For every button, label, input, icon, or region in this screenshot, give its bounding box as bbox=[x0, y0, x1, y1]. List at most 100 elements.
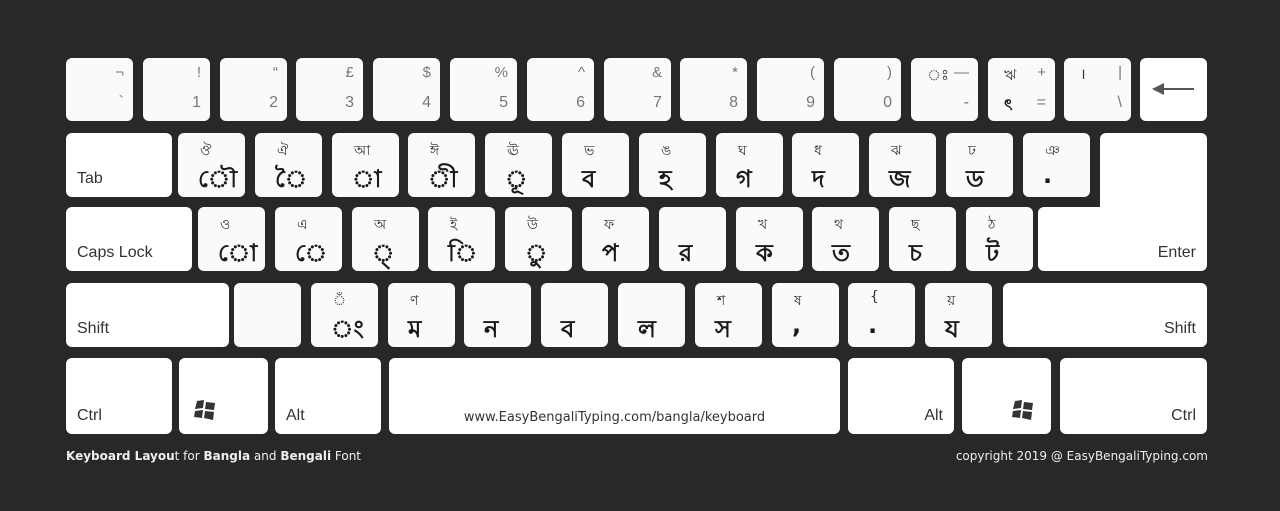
bottom-row-key[interactable]: য় য bbox=[925, 283, 992, 347]
bottom-row-key[interactable]: ব bbox=[541, 283, 608, 347]
key-base-char: ্ bbox=[372, 239, 395, 267]
bottom-row-key[interactable] bbox=[234, 283, 301, 347]
key-shift-char: ধ bbox=[814, 143, 822, 159]
key-base-char: র bbox=[679, 239, 693, 267]
key-shift-char: ঈ bbox=[430, 143, 440, 159]
key-base-char: ৌ bbox=[198, 165, 238, 193]
caps-lock-label: Caps Lock bbox=[77, 244, 153, 261]
footer-text-part: Bengali bbox=[280, 449, 332, 463]
home-row-key[interactable]: থত bbox=[812, 207, 879, 271]
left-shift-key[interactable]: Shift bbox=[66, 283, 229, 347]
top-row-key[interactable]: ঔৌ bbox=[178, 133, 245, 197]
number-row-key[interactable]: * 8 bbox=[680, 58, 747, 121]
home-row-key[interactable]: অ্ bbox=[352, 207, 419, 271]
number-row-key[interactable]: (9 bbox=[757, 58, 824, 121]
key-shift-char: * bbox=[732, 64, 738, 81]
right-windows-key[interactable] bbox=[962, 358, 1051, 434]
home-row-key[interactable]: এে bbox=[275, 207, 342, 271]
windows-logo-icon bbox=[194, 400, 215, 420]
key-shift-char: ই bbox=[450, 217, 458, 233]
bottom-row-key[interactable]: ষ, bbox=[772, 283, 839, 347]
footer-text-part: t for bbox=[174, 449, 204, 463]
home-row-key[interactable]: উু bbox=[505, 207, 572, 271]
home-row-key[interactable]: ঠট bbox=[966, 207, 1033, 271]
top-row-key[interactable]: ভব bbox=[562, 133, 629, 197]
number-row-key[interactable]: $4 bbox=[373, 58, 440, 121]
right-shift-key[interactable]: Shift bbox=[1003, 283, 1207, 347]
number-row-key[interactable]: “2 bbox=[220, 58, 287, 121]
number-row-key[interactable]: । | \ bbox=[1064, 58, 1131, 121]
number-row-key[interactable]: ¬ ` bbox=[66, 58, 133, 121]
backspace-arrow-icon bbox=[1152, 83, 1194, 95]
top-row-key[interactable]: ঈী bbox=[408, 133, 475, 197]
top-row-key[interactable]: ঊূ bbox=[485, 133, 552, 197]
key-shift-char: ভ bbox=[584, 143, 595, 159]
tab-key[interactable]: Tab bbox=[66, 133, 172, 197]
number-row-key[interactable]: ঃ — - bbox=[911, 58, 978, 121]
number-row-key[interactable]: ) 0 bbox=[834, 58, 901, 121]
key-shift-char: & bbox=[651, 64, 662, 81]
number-row-key[interactable]: £3 bbox=[296, 58, 363, 121]
right-ctrl-key[interactable]: Ctrl bbox=[1060, 358, 1207, 434]
key-base-char: , bbox=[792, 311, 802, 339]
left-shift-label: Shift bbox=[77, 320, 110, 337]
key-shift-char: ও bbox=[220, 217, 231, 233]
home-row-key[interactable]: র bbox=[659, 207, 726, 271]
footer-text-part: and bbox=[250, 449, 281, 463]
number-row-key[interactable]: ^ 6 bbox=[527, 58, 594, 121]
key-bshift-char: ঋ bbox=[1004, 66, 1017, 84]
key-shift-char: ঠ bbox=[988, 217, 996, 233]
home-row-key[interactable]: ওো bbox=[198, 207, 265, 271]
bottom-row-key[interactable]: ন bbox=[464, 283, 531, 347]
top-row-key[interactable]: আা bbox=[332, 133, 399, 197]
bottom-row-key[interactable]: ঁং bbox=[311, 283, 378, 347]
key-shift-char: ^ bbox=[577, 64, 585, 81]
home-row-key[interactable]: খক bbox=[736, 207, 803, 271]
number-row-key[interactable]: % 5 bbox=[450, 58, 517, 121]
bottom-row-key[interactable]: {. bbox=[848, 283, 915, 347]
right-alt-key[interactable]: Alt bbox=[848, 358, 954, 434]
space-key[interactable]: www.EasyBengaliTyping.com/bangla/keyboar… bbox=[389, 358, 840, 434]
footer-text-part: Font bbox=[331, 449, 362, 463]
key-shift-char: আ bbox=[354, 143, 371, 159]
key-base-char: স bbox=[715, 315, 731, 343]
left-windows-key[interactable] bbox=[179, 358, 268, 434]
key-base-char: 7 bbox=[653, 94, 662, 111]
top-row-key[interactable]: ঙহ bbox=[639, 133, 706, 197]
key-base-char: ৈ bbox=[275, 165, 308, 193]
top-row-key[interactable]: ঐৈ bbox=[255, 133, 322, 197]
key-base-char: 0 bbox=[883, 94, 892, 111]
bottom-row-key[interactable]: শস bbox=[695, 283, 762, 347]
number-row-key[interactable]: ঋ ৎ + = bbox=[988, 58, 1055, 121]
home-row-key[interactable]: ছচ bbox=[889, 207, 956, 271]
top-row-key[interactable]: ঘগ bbox=[716, 133, 783, 197]
enter-label: Enter bbox=[1157, 244, 1196, 261]
home-row-key[interactable]: ফপ bbox=[582, 207, 649, 271]
left-alt-key[interactable]: Alt bbox=[275, 358, 381, 434]
top-row-key[interactable]: ঢড bbox=[946, 133, 1013, 197]
left-ctrl-key[interactable]: Ctrl bbox=[66, 358, 172, 434]
top-row-key[interactable]: ঞ. bbox=[1023, 133, 1090, 197]
key-base-char: ট bbox=[986, 239, 1000, 267]
key-bbase-char: ৎ bbox=[1004, 95, 1013, 114]
key-shift-char: ¬ bbox=[115, 64, 124, 81]
key-base-char: ন bbox=[484, 315, 499, 343]
key-shift-char: ছ bbox=[911, 217, 920, 233]
key-base-char: ি bbox=[448, 239, 478, 267]
bottom-row-key[interactable]: ণম bbox=[388, 283, 455, 347]
bottom-row-key[interactable]: ল bbox=[618, 283, 685, 347]
key-shift-char: ঙ bbox=[661, 143, 672, 159]
caps-lock-key[interactable]: Caps Lock bbox=[66, 207, 192, 271]
home-row-key[interactable]: ইি bbox=[428, 207, 495, 271]
enter-key-top[interactable] bbox=[1100, 133, 1207, 213]
number-row-key[interactable]: ! 1 bbox=[143, 58, 210, 121]
backspace-key[interactable] bbox=[1140, 58, 1207, 121]
key-base-char: ব bbox=[582, 165, 596, 193]
enter-key[interactable]: Enter bbox=[1038, 207, 1207, 271]
key-shift-char: “ bbox=[273, 64, 278, 81]
key-base-char: ে bbox=[295, 239, 328, 267]
footer-text-part: Keyboard Layou bbox=[66, 449, 175, 463]
number-row-key[interactable]: & 7 bbox=[604, 58, 671, 121]
top-row-key[interactable]: ঝজ bbox=[869, 133, 936, 197]
top-row-key[interactable]: ধদ bbox=[792, 133, 859, 197]
